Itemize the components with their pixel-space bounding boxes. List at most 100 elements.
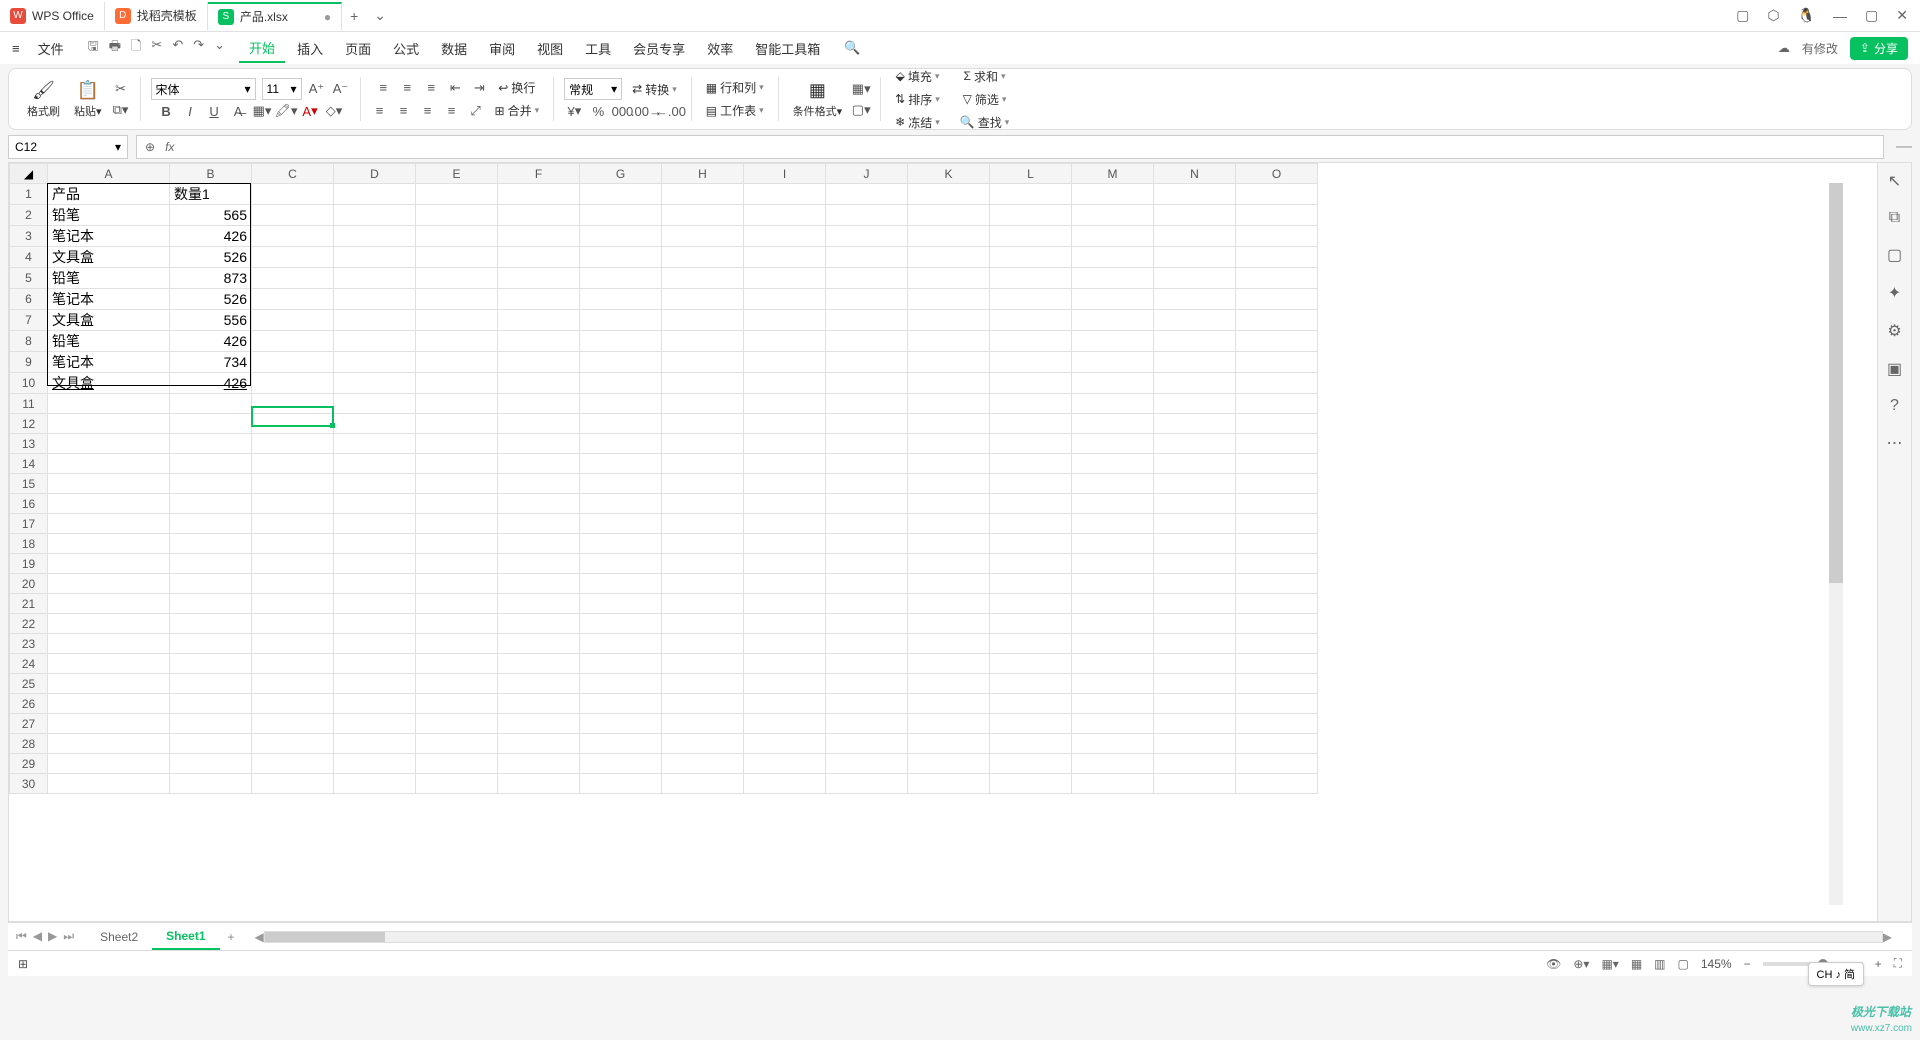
- cell-L16[interactable]: [990, 494, 1072, 514]
- cell-B10[interactable]: 426: [170, 373, 252, 394]
- sheet-tab-sheet2[interactable]: Sheet2: [86, 925, 152, 949]
- cell-M18[interactable]: [1072, 534, 1154, 554]
- cell-O12[interactable]: [1236, 414, 1318, 434]
- cell-B4[interactable]: 526: [170, 247, 252, 268]
- row-header-18[interactable]: 18: [10, 534, 48, 554]
- cell-B7[interactable]: 556: [170, 310, 252, 331]
- cell-A3[interactable]: 笔记本: [48, 226, 170, 247]
- cell-I14[interactable]: [744, 454, 826, 474]
- sheet-last-icon[interactable]: ⏭: [63, 929, 74, 944]
- cell-A20[interactable]: [48, 574, 170, 594]
- cell-I17[interactable]: [744, 514, 826, 534]
- cell-C1[interactable]: [252, 184, 334, 205]
- cell-I1[interactable]: [744, 184, 826, 205]
- cell-M28[interactable]: [1072, 734, 1154, 754]
- cell-L23[interactable]: [990, 634, 1072, 654]
- cell-H8[interactable]: [662, 331, 744, 352]
- cell-M16[interactable]: [1072, 494, 1154, 514]
- cell-F13[interactable]: [498, 434, 580, 454]
- cell-H22[interactable]: [662, 614, 744, 634]
- cell-E19[interactable]: [416, 554, 498, 574]
- styles-icon[interactable]: ▢: [1887, 245, 1902, 265]
- name-box[interactable]: C12 ▾: [8, 135, 128, 159]
- cell-J26[interactable]: [826, 694, 908, 714]
- cell-I23[interactable]: [744, 634, 826, 654]
- app-tab-document[interactable]: S 产品.xlsx ●: [208, 2, 342, 30]
- cell-D19[interactable]: [334, 554, 416, 574]
- cell-F12[interactable]: [498, 414, 580, 434]
- cond-format-button[interactable]: ▦条件格式▾: [789, 78, 847, 121]
- cell-G15[interactable]: [580, 474, 662, 494]
- cell-K12[interactable]: [908, 414, 990, 434]
- decrease-font-icon[interactable]: A⁻: [332, 80, 350, 98]
- cell-D18[interactable]: [334, 534, 416, 554]
- cell-M10[interactable]: [1072, 373, 1154, 394]
- cell-G2[interactable]: [580, 205, 662, 226]
- cell-C26[interactable]: [252, 694, 334, 714]
- cell-O1[interactable]: [1236, 184, 1318, 205]
- cell-K25[interactable]: [908, 674, 990, 694]
- cell-A17[interactable]: [48, 514, 170, 534]
- cell-F17[interactable]: [498, 514, 580, 534]
- cell-E20[interactable]: [416, 574, 498, 594]
- row-header-13[interactable]: 13: [10, 434, 48, 454]
- cell-I24[interactable]: [744, 654, 826, 674]
- cell-B30[interactable]: [170, 774, 252, 794]
- col-header-H[interactable]: H: [662, 164, 744, 184]
- cell-B26[interactable]: [170, 694, 252, 714]
- row-header-10[interactable]: 10: [10, 373, 48, 394]
- cell-O8[interactable]: [1236, 331, 1318, 352]
- cell-J9[interactable]: [826, 352, 908, 373]
- cell-O11[interactable]: [1236, 394, 1318, 414]
- cell-B9[interactable]: 734: [170, 352, 252, 373]
- save-icon[interactable]: 🖫: [88, 37, 99, 59]
- cell-O13[interactable]: [1236, 434, 1318, 454]
- filter-button[interactable]: ▽ 筛选▾: [959, 89, 1011, 110]
- highlight-icon[interactable]: 🖍▾: [277, 102, 295, 120]
- col-header-O[interactable]: O: [1236, 164, 1318, 184]
- cell-E5[interactable]: [416, 268, 498, 289]
- cell-H2[interactable]: [662, 205, 744, 226]
- cell-C29[interactable]: [252, 754, 334, 774]
- vertical-scrollbar[interactable]: [1829, 183, 1843, 905]
- menu-view[interactable]: 视图: [527, 35, 573, 62]
- row-header-27[interactable]: 27: [10, 714, 48, 734]
- cell-C11[interactable]: [252, 394, 334, 414]
- view-normal-icon[interactable]: ▦: [1631, 957, 1642, 971]
- cell-F22[interactable]: [498, 614, 580, 634]
- cell-G13[interactable]: [580, 434, 662, 454]
- cell-F23[interactable]: [498, 634, 580, 654]
- cell-C3[interactable]: [252, 226, 334, 247]
- sort-button[interactable]: ⇅ 排序▾: [891, 89, 944, 110]
- scrollbar-thumb[interactable]: [1829, 183, 1843, 583]
- comma-icon[interactable]: 000: [613, 102, 631, 120]
- cell-M24[interactable]: [1072, 654, 1154, 674]
- row-header-24[interactable]: 24: [10, 654, 48, 674]
- worksheet-button[interactable]: ▤ 工作表▾: [702, 100, 768, 121]
- cell-I4[interactable]: [744, 247, 826, 268]
- cell-G6[interactable]: [580, 289, 662, 310]
- cell-D17[interactable]: [334, 514, 416, 534]
- cell-K3[interactable]: [908, 226, 990, 247]
- cell-O2[interactable]: [1236, 205, 1318, 226]
- cell-J15[interactable]: [826, 474, 908, 494]
- cell-L22[interactable]: [990, 614, 1072, 634]
- cell-N4[interactable]: [1154, 247, 1236, 268]
- cell-N25[interactable]: [1154, 674, 1236, 694]
- row-header-16[interactable]: 16: [10, 494, 48, 514]
- hamburger-icon[interactable]: ≡: [12, 41, 20, 56]
- increase-font-icon[interactable]: A⁺: [308, 80, 326, 98]
- cell-K15[interactable]: [908, 474, 990, 494]
- cell-D3[interactable]: [334, 226, 416, 247]
- cell-H6[interactable]: [662, 289, 744, 310]
- cell-M2[interactable]: [1072, 205, 1154, 226]
- cell-H28[interactable]: [662, 734, 744, 754]
- cell-H23[interactable]: [662, 634, 744, 654]
- cell-C10[interactable]: [252, 373, 334, 394]
- cell-N24[interactable]: [1154, 654, 1236, 674]
- cell-K19[interactable]: [908, 554, 990, 574]
- sheet-add-button[interactable]: +: [220, 930, 243, 944]
- col-header-L[interactable]: L: [990, 164, 1072, 184]
- cell-G14[interactable]: [580, 454, 662, 474]
- cell-H21[interactable]: [662, 594, 744, 614]
